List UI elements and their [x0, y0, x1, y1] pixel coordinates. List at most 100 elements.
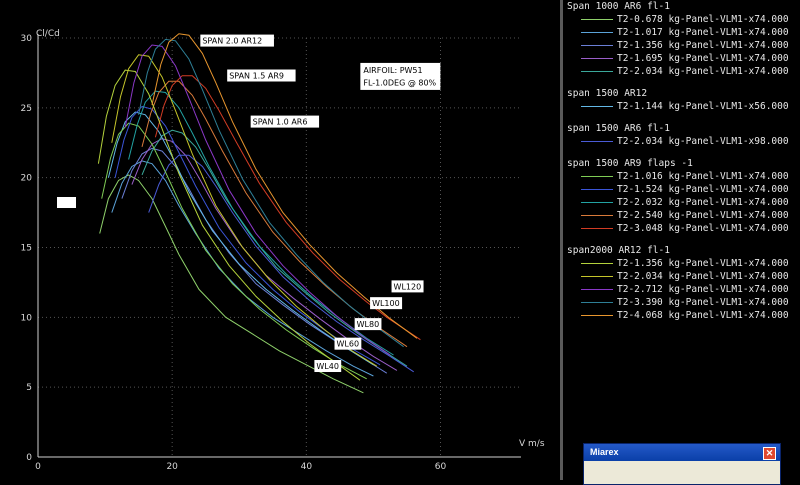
legend-swatch [581, 141, 613, 142]
miarex-titlebar[interactable]: Miarex ✕ [584, 444, 780, 461]
y-tick-label: 15 [21, 244, 32, 254]
legend-item[interactable]: T2-1.524 kg-Panel-VLM1-x74.000 [563, 183, 800, 196]
y-tick-label: 5 [26, 383, 32, 393]
series-line-4-0 [97, 69, 361, 381]
legend-item-label: T2-1.144 kg-Panel-VLM1-x56.000 [617, 101, 789, 112]
legend-item[interactable]: T2-1.695 kg-Panel-VLM1-x74.000 [563, 52, 800, 65]
legend-item[interactable]: T2-2.034 kg-Panel-VLM1-x74.000 [563, 270, 800, 283]
legend-item[interactable]: T2-2.712 kg-Panel-VLM1-x74.000 [563, 283, 800, 296]
legend-swatch [581, 45, 613, 46]
legend-group-title: Span 1000 AR6 fl-1 [567, 1, 670, 12]
legend-item[interactable]: T2-2.540 kg-Panel-VLM1-x74.000 [563, 209, 800, 222]
legend-spacer [563, 148, 800, 157]
legend-item-label: T2-1.356 kg-Panel-VLM1-x74.000 [617, 40, 789, 51]
legend-item-label: T2-1.356 kg-Panel-VLM1-x74.000 [617, 258, 789, 269]
x-tick-label: 40 [301, 462, 313, 472]
annotation-label: SPAN 1.0 AR6 [253, 118, 308, 127]
legend-item[interactable]: T2-3.390 kg-Panel-VLM1-x74.000 [563, 296, 800, 309]
legend-item[interactable]: T2-0.678 kg-Panel-VLM1-x74.000 [563, 13, 800, 26]
legend-item-label: T2-1.524 kg-Panel-VLM1-x74.000 [617, 184, 789, 195]
series-line-0-4 [141, 129, 408, 367]
series-line-3-1 [114, 105, 381, 366]
legend-swatch [581, 302, 613, 303]
legend-item-label: T2-2.034 kg-Panel-VLM1-x98.000 [617, 136, 789, 147]
x-axis-label: V m/s [519, 439, 545, 449]
annotation-label: WL120 [394, 282, 422, 291]
legend-item-label: T2-2.034 kg-Panel-VLM1-x74.000 [617, 271, 789, 282]
legend-item-label: T2-2.034 kg-Panel-VLM1-x74.000 [617, 66, 789, 77]
x-tick-label: 20 [166, 462, 178, 472]
legend-swatch [581, 215, 613, 216]
legend-swatch [581, 32, 613, 33]
legend-item[interactable]: T2-4.068 kg-Panel-VLM1-x74.000 [563, 309, 800, 322]
legend-item[interactable]: T2-1.016 kg-Panel-VLM1-x74.000 [563, 170, 800, 183]
legend-item-label: T2-1.016 kg-Panel-VLM1-x74.000 [617, 171, 789, 182]
legend-swatch [581, 315, 613, 316]
legend-item-label: T2-0.678 kg-Panel-VLM1-x74.000 [617, 14, 789, 25]
annotation-label: WL100 [372, 299, 400, 308]
legend-spacer [563, 78, 800, 87]
annotation-label: FL-1.0DEG @ 80% [363, 78, 436, 87]
legend-group: span 1500 AR6 fl-1 T2-2.034 kg-Panel-VLM1… [563, 122, 800, 148]
legend-item-label: T2-4.068 kg-Panel-VLM1-x74.000 [617, 310, 789, 321]
legend-item-label: T2-1.017 kg-Panel-VLM1-x74.000 [617, 27, 789, 38]
plot-area: 0 5 10 15 20 25 30 0 20 40 60 Cl/Cd V m/s SPAN 2.0 AR… [0, 0, 560, 480]
y-tick-label: 10 [21, 313, 33, 323]
annotation-label: WL80 [357, 320, 380, 329]
legend-swatch [581, 106, 613, 107]
close-icon[interactable]: ✕ [763, 447, 776, 460]
legend-swatch [581, 189, 613, 190]
annotation-label: WL40 [316, 362, 339, 371]
x-tick-label: 60 [435, 462, 447, 472]
annotation-label: SPAN 2.0 AR12 [202, 37, 262, 46]
legend-spacer [563, 235, 800, 244]
annotation-label: WL60 [337, 340, 360, 349]
legend-group-title: span2000 AR12 fl-1 [567, 245, 670, 256]
legend-group: span 1500 AR12 T2-1.144 kg-Panel-VLM1-x56… [563, 87, 800, 113]
legend-group: Span 1000 AR6 fl-1 T2-0.678 kg-Panel-VLM1… [563, 0, 800, 78]
legend-item[interactable]: T2-1.356 kg-Panel-VLM1-x74.000 [563, 257, 800, 270]
legend-swatch [581, 276, 613, 277]
legend-item[interactable]: T2-1.017 kg-Panel-VLM1-x74.000 [563, 26, 800, 39]
legend-swatch [581, 228, 613, 229]
y-axis-label: Cl/Cd [36, 29, 60, 39]
legend-swatch [581, 202, 613, 203]
legend-item[interactable]: T2-2.034 kg-Panel-VLM1-x74.000 [563, 65, 800, 78]
miarex-window[interactable]: Miarex ✕ [583, 443, 781, 485]
legend-item[interactable]: T2-3.048 kg-Panel-VLM1-x74.000 [563, 222, 800, 235]
legend-group-title: span 1500 AR6 fl-1 [567, 123, 670, 134]
legend-group: span 1500 AR9 flaps -1 T2-1.016 kg-Panel-… [563, 157, 800, 235]
chart-svg: 0 5 10 15 20 25 30 0 20 40 60 Cl/Cd V m/s SPAN 2.0 AR… [21, 29, 545, 472]
legend-swatch [581, 176, 613, 177]
legend-panel: Span 1000 AR6 fl-1 T2-0.678 kg-Panel-VLM1… [563, 0, 800, 480]
legend-group: span2000 AR12 fl-1 T2-1.356 kg-Panel-VLM1… [563, 244, 800, 322]
legend-swatch [581, 263, 613, 264]
legend-item[interactable]: T2-2.032 kg-Panel-VLM1-x74.000 [563, 196, 800, 209]
legend-item-label: T2-3.048 kg-Panel-VLM1-x74.000 [617, 223, 789, 234]
legend-item-label: T2-2.540 kg-Panel-VLM1-x74.000 [617, 210, 789, 221]
y-tick-label: 25 [21, 104, 32, 114]
legend-spacer [563, 113, 800, 122]
y-tick-label: 30 [21, 34, 33, 44]
legend-marker-box [57, 197, 76, 208]
x-tick-label: 0 [35, 462, 41, 472]
legend-item-label: T2-2.712 kg-Panel-VLM1-x74.000 [617, 284, 789, 295]
miarex-title-label: Miarex [590, 447, 619, 457]
legend-item-label: T2-3.390 kg-Panel-VLM1-x74.000 [617, 297, 789, 308]
legend-swatch [581, 71, 613, 72]
series-line-4-2 [124, 44, 391, 356]
legend-item[interactable]: T2-2.034 kg-Panel-VLM1-x98.000 [563, 135, 800, 148]
legend-item[interactable]: T2-1.356 kg-Panel-VLM1-x74.000 [563, 39, 800, 52]
annotation-label: SPAN 1.5 AR9 [229, 72, 284, 81]
legend-item[interactable]: T2-1.144 kg-Panel-VLM1-x56.000 [563, 100, 800, 113]
y-tick-label: 0 [26, 453, 32, 463]
legend-item-label: T2-1.695 kg-Panel-VLM1-x74.000 [617, 53, 789, 64]
legend-swatch [581, 289, 613, 290]
legend-swatch [581, 19, 613, 20]
annotation-label: AIRFOIL: PW51 [363, 66, 422, 75]
legend-swatch [581, 58, 613, 59]
y-tick-label: 20 [21, 174, 33, 184]
legend-group-title: span 1500 AR9 flaps -1 [567, 158, 693, 169]
legend-group-title: span 1500 AR12 [567, 88, 648, 99]
legend-item-label: T2-2.032 kg-Panel-VLM1-x74.000 [617, 197, 789, 208]
